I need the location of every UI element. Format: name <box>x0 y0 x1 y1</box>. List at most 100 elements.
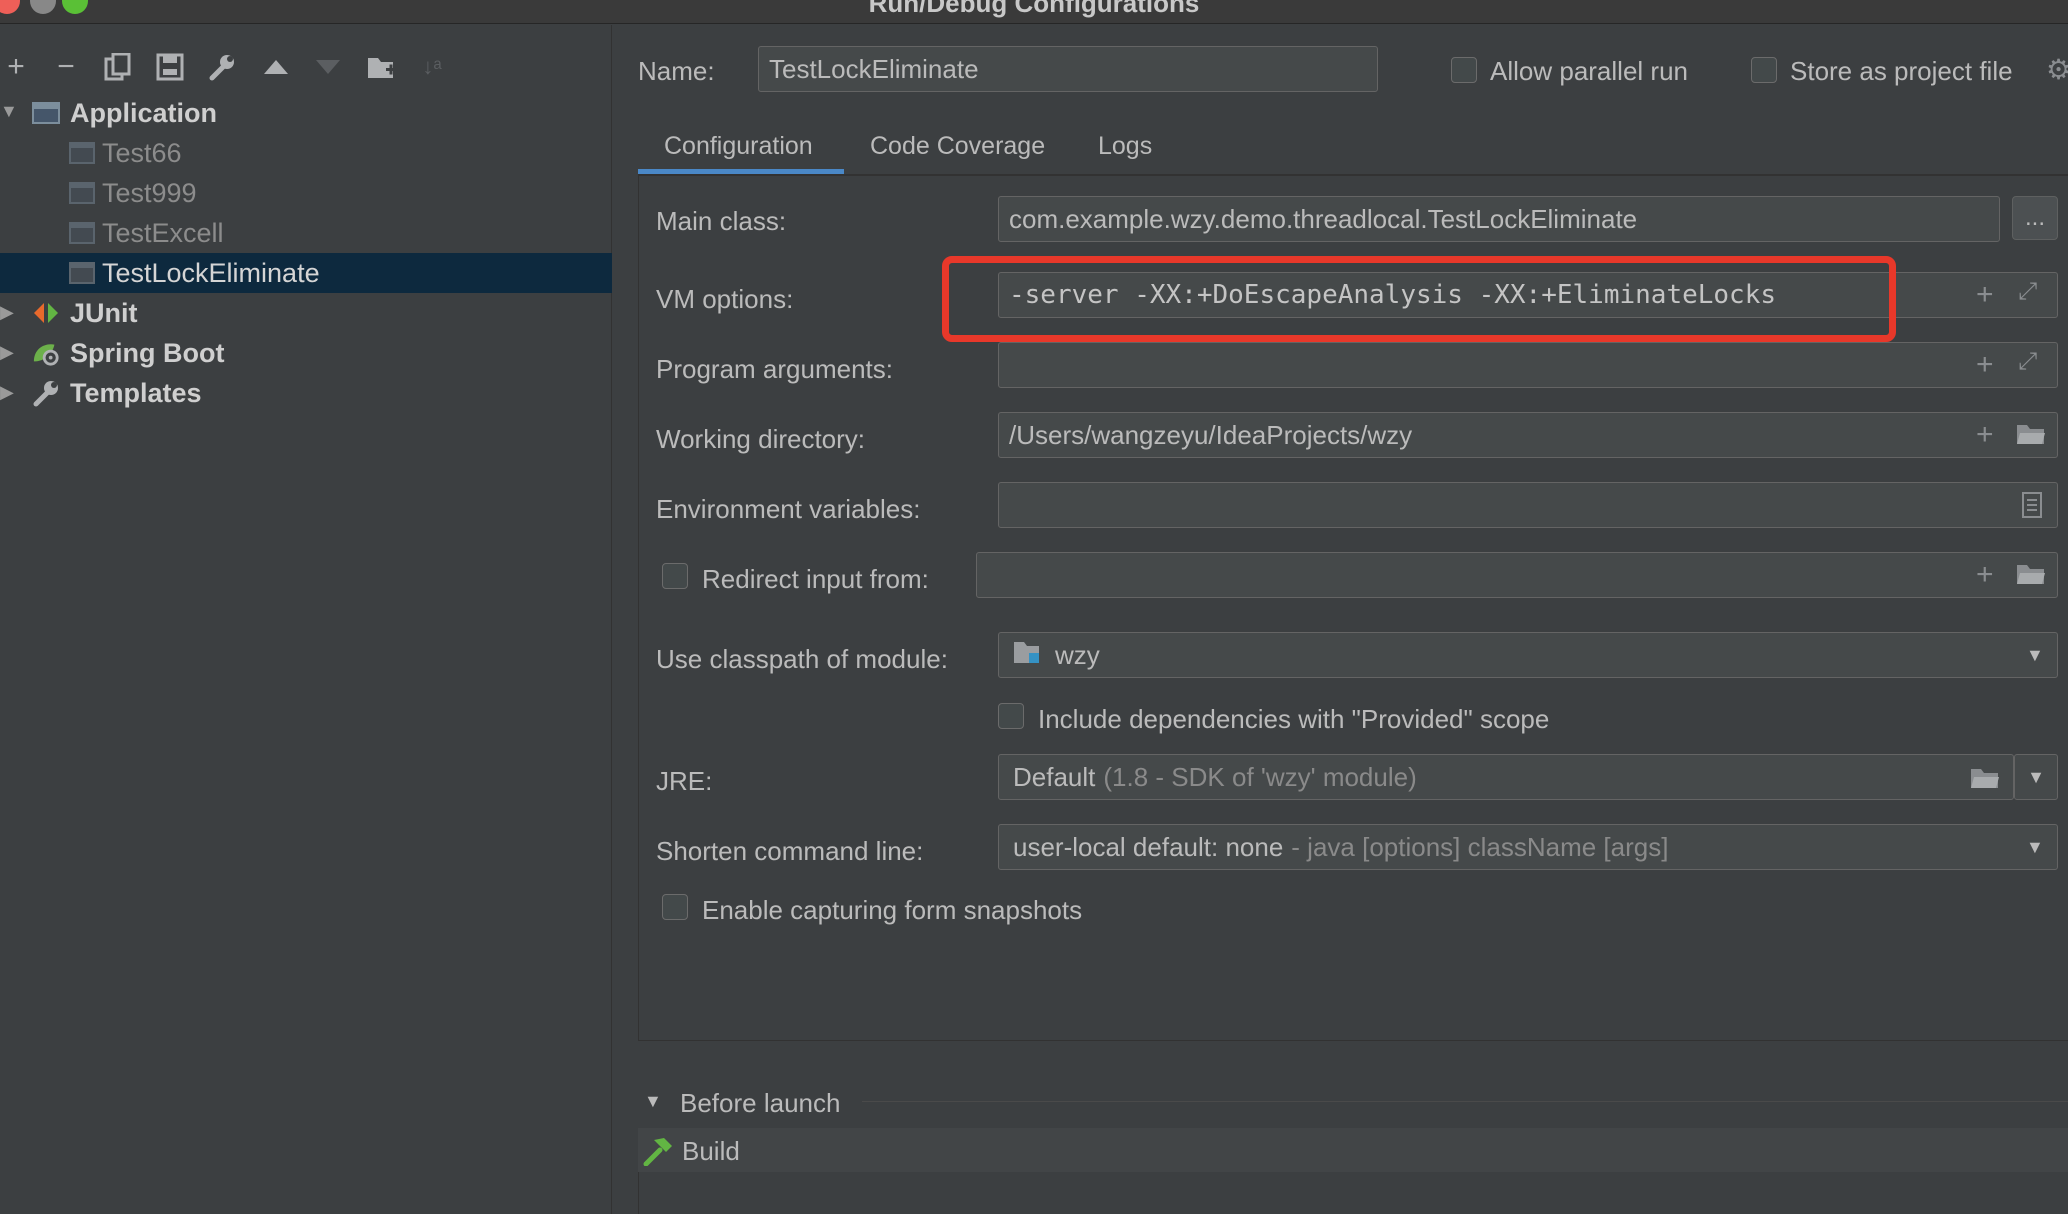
before-launch-label[interactable]: Before launch <box>680 1088 840 1119</box>
module-icon <box>1013 639 1043 672</box>
tree-group-label: Application <box>70 97 217 128</box>
jre-value: Default <box>1013 761 1096 792</box>
jre-input[interactable]: Default (1.8 - SDK of 'wzy' module) <box>998 754 2014 800</box>
tree-group-junit[interactable]: ▶ JUnit <box>0 293 612 333</box>
tree-item-test999[interactable]: Test999 <box>0 173 612 213</box>
application-item-icon <box>68 260 96 286</box>
main-class-input[interactable]: com.example.wzy.demo.threadlocal.TestLoc… <box>998 196 2000 242</box>
main-class-label: Main class: <box>656 206 787 236</box>
add-icon[interactable]: + <box>0 47 36 87</box>
title-bar: Run/Debug Configurations <box>0 0 2068 24</box>
allow-parallel-label: Allow parallel run <box>1490 56 1688 86</box>
env-vars-label: Environment variables: <box>656 494 921 524</box>
collapse-arrow-icon[interactable]: ▼ <box>644 1092 662 1110</box>
document-icon[interactable] <box>2022 492 2042 524</box>
tab-configuration[interactable]: Configuration <box>664 132 813 161</box>
name-label: Name: <box>638 56 715 86</box>
before-launch-divider <box>862 1101 2068 1102</box>
sort-icon[interactable]: ↓ᵃ <box>412 47 452 87</box>
tree-item-label: Test66 <box>102 137 182 168</box>
collapsed-arrow-icon[interactable]: ▶ <box>0 342 18 363</box>
tree-item-testexcell[interactable]: TestExcell <box>0 213 612 253</box>
name-input[interactable]: TestLockEliminate <box>758 46 1378 92</box>
junit-icon <box>32 300 60 326</box>
add-icon[interactable]: + <box>1976 420 1994 450</box>
add-icon[interactable]: + <box>1976 560 1994 590</box>
hammer-icon <box>642 1136 674 1171</box>
folder-icon[interactable] <box>2016 422 2046 452</box>
build-task-label: Build <box>682 1136 740 1166</box>
include-deps-label: Include dependencies with "Provided" sco… <box>1038 704 1550 734</box>
classpath-value: wzy <box>1055 639 1100 670</box>
expand-icon[interactable]: ⤢ <box>2018 350 2037 374</box>
shorten-value: user-local default: none <box>1013 831 1284 862</box>
application-icon <box>32 100 60 126</box>
classpath-select[interactable]: wzy <box>998 632 2058 678</box>
chevron-down-icon[interactable]: ▼ <box>2026 838 2044 856</box>
gear-icon[interactable]: ⚙ <box>2046 56 2068 84</box>
before-launch-task-build[interactable]: Build <box>638 1128 2068 1172</box>
wrench-icon[interactable] <box>202 47 242 87</box>
chevron-down-icon: ▼ <box>2027 766 2045 787</box>
window-title: Run/Debug Configurations <box>868 0 1200 18</box>
spring-boot-icon <box>32 340 60 366</box>
redirect-input-label: Redirect input from: <box>702 564 929 594</box>
folder-icon[interactable] <box>2016 562 2046 592</box>
browse-main-class-button[interactable]: ... <box>2012 196 2058 240</box>
expand-icon[interactable]: ⤢ <box>2018 280 2037 304</box>
highlight-annotation <box>942 256 1896 342</box>
tree-group-label: Spring Boot <box>70 337 225 368</box>
working-dir-input[interactable]: /Users/wangzeyu/IdeaProjects/wzy <box>998 412 2058 458</box>
tree-item-testlockeliminate[interactable]: TestLockEliminate <box>0 253 612 293</box>
program-args-input[interactable] <box>998 342 2058 388</box>
snapshots-label: Enable capturing form snapshots <box>702 895 1083 925</box>
working-dir-label: Working directory: <box>656 424 866 454</box>
add-icon[interactable]: + <box>1976 350 1994 380</box>
expanded-arrow-icon[interactable]: ▼ <box>0 101 18 122</box>
move-up-icon[interactable] <box>256 47 296 87</box>
redirect-input-field[interactable] <box>976 552 2058 598</box>
jre-hint: (1.8 - SDK of 'wzy' module) <box>1103 761 1417 792</box>
tree-item-label: TestExcell <box>102 217 224 248</box>
configurations-sidebar: + − ↓ᵃ ▼ Application Test66 Test999 Test… <box>0 25 612 1214</box>
jre-dropdown-button[interactable]: ▼ <box>2014 754 2058 800</box>
store-project-checkbox[interactable] <box>1751 57 1777 83</box>
tab-code-coverage[interactable]: Code Coverage <box>870 132 1045 161</box>
save-icon[interactable] <box>150 47 190 87</box>
jre-label: JRE: <box>656 766 713 796</box>
collapsed-arrow-icon[interactable]: ▶ <box>0 302 18 323</box>
wrench-icon <box>32 380 60 407</box>
application-item-icon <box>68 180 96 206</box>
tree-item-label: Test999 <box>102 177 197 208</box>
vm-options-label: VM options: <box>656 284 794 314</box>
tree-item-label: TestLockEliminate <box>102 257 320 288</box>
classpath-label: Use classpath of module: <box>656 644 948 674</box>
sidebar-toolbar: + − ↓ᵃ <box>0 47 612 95</box>
move-down-icon[interactable] <box>308 47 348 87</box>
program-args-label: Program arguments: <box>656 354 893 384</box>
tree-group-templates[interactable]: ▶ Templates <box>0 373 612 413</box>
include-deps-checkbox[interactable] <box>998 703 1024 729</box>
tree-group-application[interactable]: ▼ Application <box>0 93 612 133</box>
redirect-input-checkbox[interactable] <box>662 563 688 589</box>
collapsed-arrow-icon[interactable]: ▶ <box>0 382 18 403</box>
folder-icon[interactable] <box>1970 766 2000 796</box>
store-project-label: Store as project file <box>1790 56 2013 86</box>
tree-item-test66[interactable]: Test66 <box>0 133 612 173</box>
snapshots-checkbox[interactable] <box>662 894 688 920</box>
tree-group-spring-boot[interactable]: ▶ Spring Boot <box>0 333 612 373</box>
tab-logs[interactable]: Logs <box>1098 132 1152 161</box>
copy-icon[interactable] <box>98 47 138 87</box>
new-folder-icon[interactable] <box>362 47 402 87</box>
env-vars-input[interactable] <box>998 482 2058 528</box>
application-item-icon <box>68 220 96 246</box>
shorten-label: Shorten command line: <box>656 836 924 866</box>
shorten-hint: - java [options] className [args] <box>1291 831 1669 862</box>
application-item-icon <box>68 140 96 166</box>
chevron-down-icon[interactable]: ▼ <box>2026 646 2044 664</box>
allow-parallel-checkbox[interactable] <box>1451 57 1477 83</box>
tree-group-label: Templates <box>70 377 202 408</box>
add-icon[interactable]: + <box>1976 280 1994 310</box>
remove-icon[interactable]: − <box>46 47 86 87</box>
shorten-select[interactable]: user-local default: none - java [options… <box>998 824 2058 870</box>
